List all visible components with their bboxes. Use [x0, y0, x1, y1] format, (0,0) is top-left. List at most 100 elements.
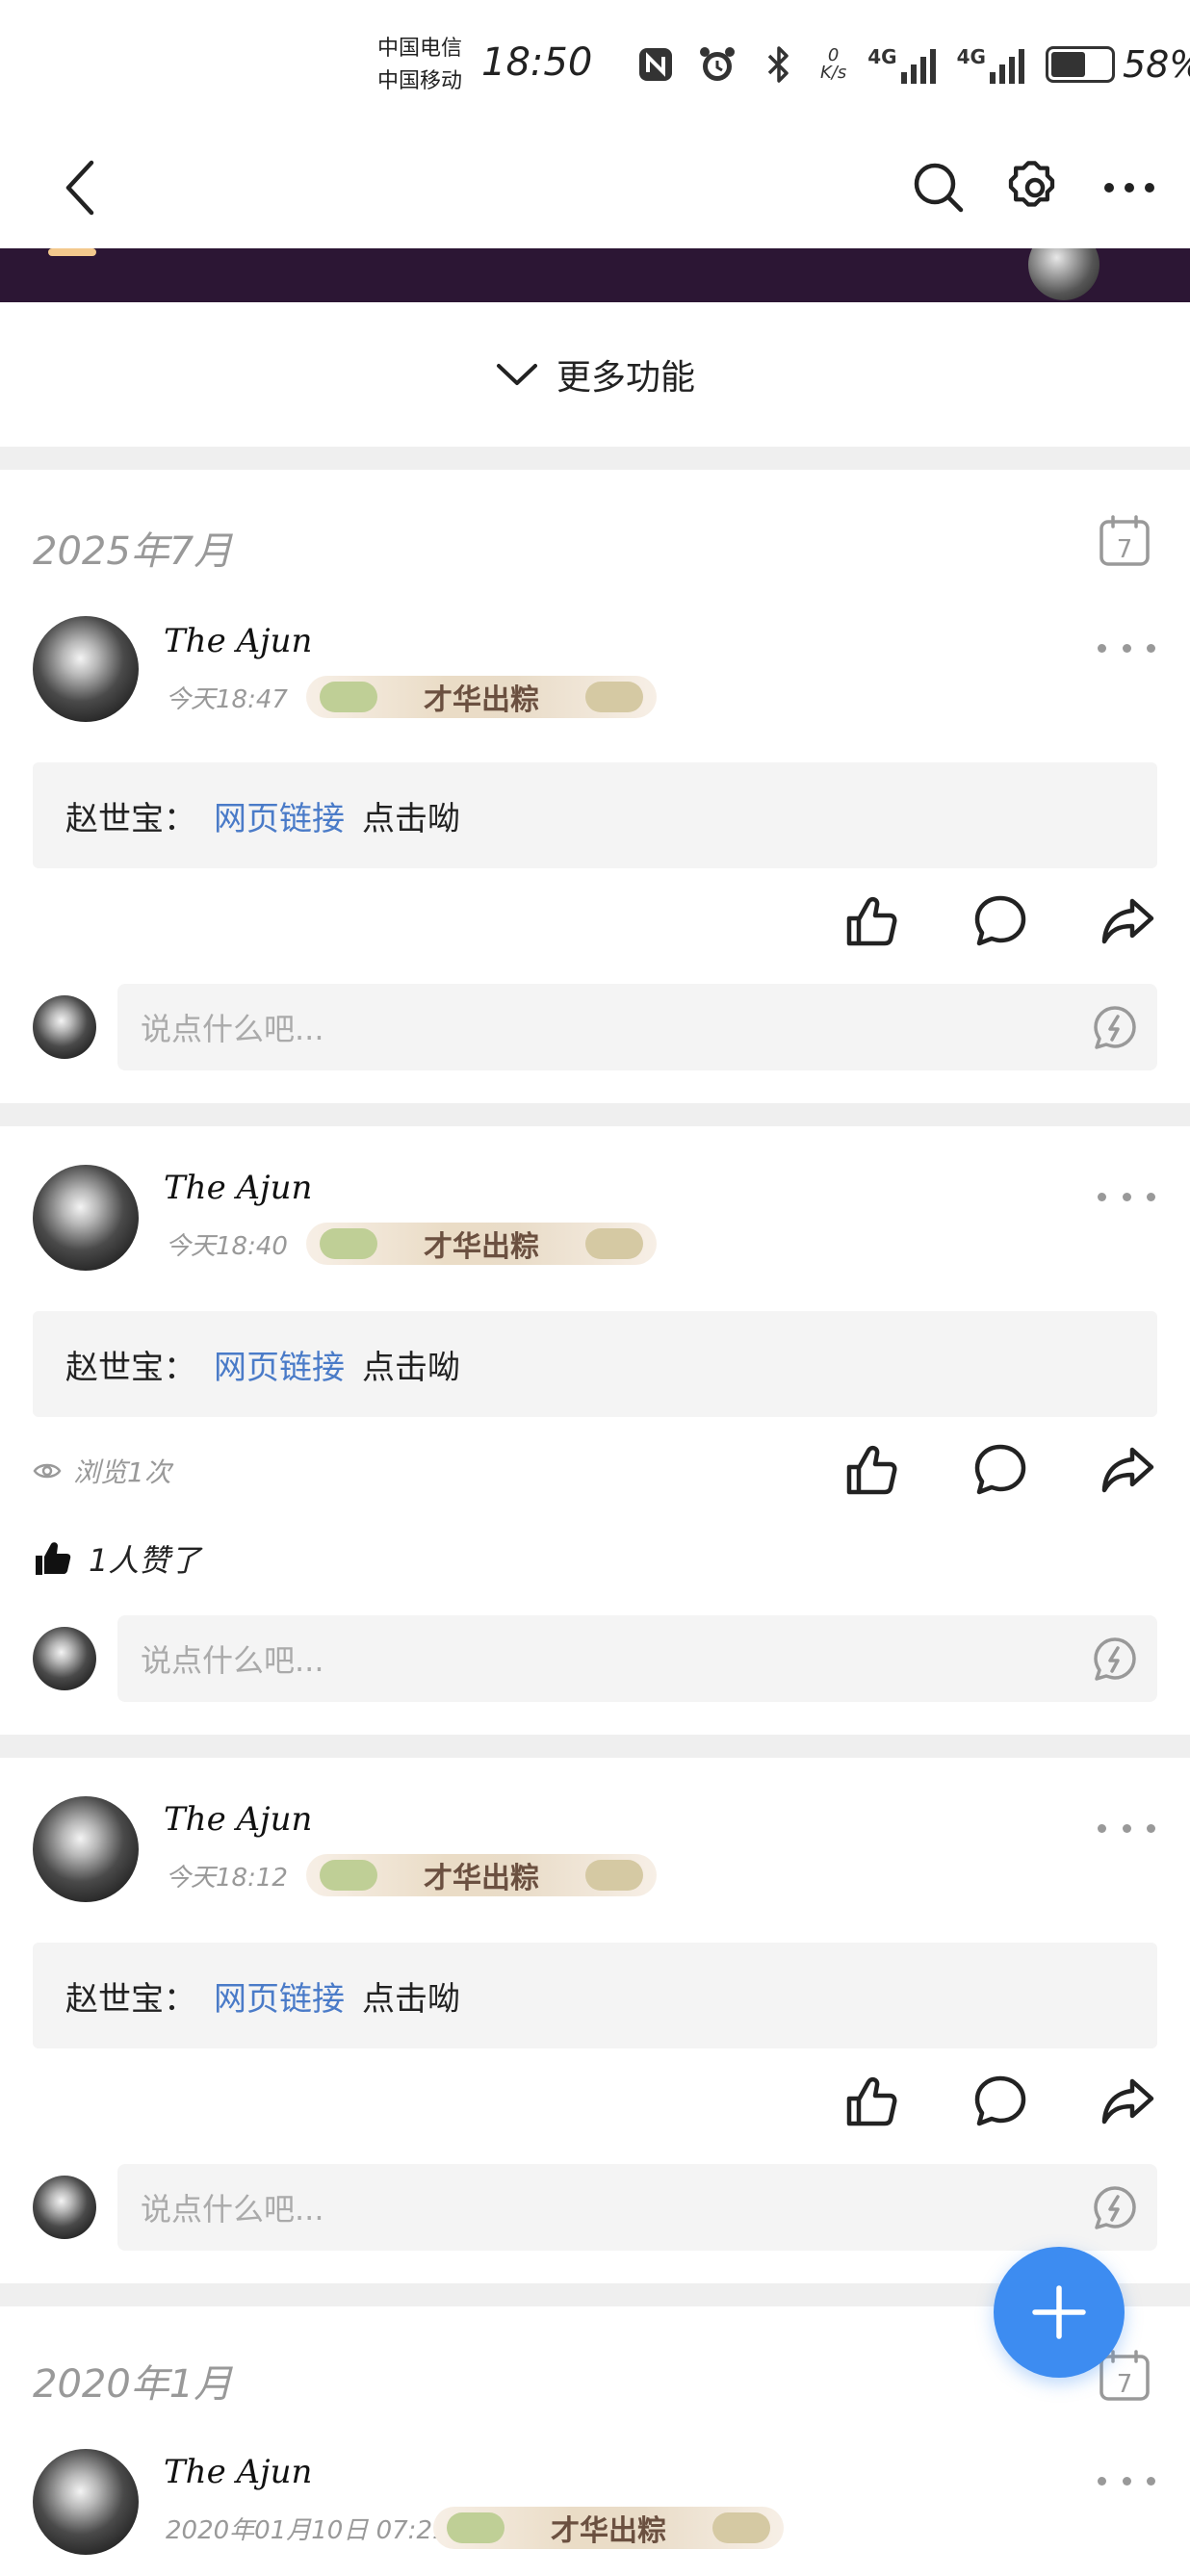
web-link[interactable]: 网页链接: [214, 792, 345, 839]
comment-icon: [974, 1444, 1026, 1495]
chevron-down-icon: [496, 364, 537, 385]
avatar[interactable]: [33, 2449, 139, 2555]
content-prefix: 赵世宝：: [65, 799, 196, 838]
like-button[interactable]: [838, 2068, 905, 2135]
more-functions-label: 更多功能: [556, 358, 695, 398]
avatar[interactable]: [33, 1165, 139, 1271]
author-name[interactable]: The Ajun: [164, 2453, 312, 2491]
status-bar: 中国电信 中国移动 18:50 0 K/s 4G 4G 58%: [0, 0, 1190, 135]
comment-icon: [974, 895, 1026, 946]
post-more-button[interactable]: [1098, 2466, 1155, 2495]
post-actions: [838, 888, 1165, 955]
badge: 才华出粽: [433, 2507, 784, 2549]
badge-text: 才华出粽: [424, 1862, 539, 1895]
comment-button[interactable]: [967, 2068, 1034, 2135]
more-options-button[interactable]: [1096, 154, 1163, 221]
search-icon: [914, 163, 964, 213]
badge-leaf-right: [712, 2512, 770, 2543]
battery-icon: [1045, 46, 1115, 83]
comment-input[interactable]: 说点什么吧...: [117, 2164, 1157, 2251]
banner-avatar[interactable]: [1028, 248, 1099, 300]
plus-icon: [1032, 2285, 1086, 2339]
comment-placeholder: 说点什么吧...: [141, 1642, 324, 1679]
share-button[interactable]: [1094, 888, 1161, 955]
signal-1-label: 4G: [867, 45, 897, 68]
search-button[interactable]: [905, 154, 972, 221]
badge-text: 才华出粽: [424, 683, 539, 717]
post-time: 今天18:47: [166, 685, 288, 714]
content-suffix: 点击呦: [362, 1348, 460, 1387]
comment-icon: [974, 2075, 1026, 2126]
like-summary[interactable]: 1人赞了: [33, 1536, 200, 1581]
comment-placeholder: 说点什么吧...: [141, 2191, 324, 2228]
author-name[interactable]: The Ajun: [164, 1169, 312, 1207]
share-button[interactable]: [1094, 1436, 1161, 1504]
avatar[interactable]: [33, 616, 139, 722]
add-post-button[interactable]: [994, 2247, 1125, 2378]
more-icon: [1104, 183, 1154, 193]
view-count-text: 浏览1次: [73, 1456, 171, 1488]
author-name[interactable]: The Ajun: [164, 1800, 312, 1839]
quick-reply-icon[interactable]: [1092, 2184, 1138, 2230]
like-button[interactable]: [838, 888, 905, 955]
badge-leaf-left: [320, 682, 377, 712]
badge-leaf-left: [447, 2512, 504, 2543]
post-content[interactable]: 赵世宝： 网页链接 点击呦: [33, 1943, 1157, 2048]
badge-leaf-right: [585, 1228, 643, 1259]
like-button[interactable]: [838, 1436, 905, 1504]
content-prefix: 赵世宝：: [65, 1979, 196, 2019]
nfc-icon: [635, 44, 676, 85]
badge-leaf-left: [320, 1860, 377, 1891]
signal-2: 4G: [957, 45, 1024, 84]
alarm-icon: [697, 44, 737, 85]
profile-banner: [0, 248, 1190, 302]
carrier-1: 中国电信: [377, 37, 463, 61]
signal-1: 4G: [867, 45, 936, 84]
view-count: 浏览1次: [33, 1452, 171, 1490]
divider: [0, 1735, 1190, 1758]
settings-button[interactable]: [1001, 154, 1069, 221]
share-button[interactable]: [1094, 2068, 1161, 2135]
thumbs-up-icon: [846, 896, 897, 946]
back-button[interactable]: [46, 154, 114, 221]
web-link[interactable]: 网页链接: [214, 1341, 345, 1388]
svg-text:7: 7: [1117, 2370, 1133, 2399]
comment-input[interactable]: 说点什么吧...: [117, 984, 1157, 1070]
comment-input[interactable]: 说点什么吧...: [117, 1615, 1157, 1702]
status-icons: 0 K/s 4G 4G 58%: [635, 40, 1190, 89]
post-content[interactable]: 赵世宝： 网页链接 点击呦: [33, 762, 1157, 868]
post-content[interactable]: 赵世宝： 网页链接 点击呦: [33, 1311, 1157, 1417]
nav-bar: [0, 135, 1190, 248]
share-icon: [1101, 2078, 1154, 2125]
battery-fill: [1050, 52, 1085, 77]
thumbs-up-icon: [846, 1445, 897, 1495]
comment-button[interactable]: [967, 888, 1034, 955]
content-prefix: 赵世宝：: [65, 1348, 196, 1387]
post-more-button[interactable]: [1098, 633, 1155, 662]
svg-text:7: 7: [1117, 535, 1133, 564]
date-header: 2025年7月: [33, 529, 233, 574]
gear-icon: [1008, 161, 1055, 207]
calendar-icon[interactable]: 7: [1098, 514, 1151, 568]
post-time: 今天18:12: [166, 1864, 288, 1893]
comment-placeholder: 说点什么吧...: [141, 1011, 324, 1047]
post-more-button[interactable]: [1098, 1814, 1155, 1842]
post-more-button[interactable]: [1098, 1182, 1155, 1211]
quick-reply-icon[interactable]: [1092, 1636, 1138, 1682]
web-link[interactable]: 网页链接: [214, 1972, 345, 2020]
thumbs-up-filled-icon: [36, 1542, 71, 1575]
avatar[interactable]: [33, 1796, 139, 1902]
eye-icon: [33, 1463, 62, 1479]
battery: 58%: [1045, 43, 1190, 86]
quick-reply-icon[interactable]: [1092, 1004, 1138, 1050]
badge: 才华出粽: [306, 1854, 657, 1896]
badge-leaf-right: [585, 682, 643, 712]
badge-text: 才华出粽: [551, 2514, 666, 2548]
comment-button[interactable]: [967, 1436, 1034, 1504]
carrier-names: 中国电信 中国移动: [377, 33, 462, 98]
signal-2-label: 4G: [956, 45, 986, 68]
content-suffix: 点击呦: [362, 799, 460, 838]
carrier-2: 中国移动: [377, 69, 463, 93]
more-functions-button[interactable]: 更多功能: [0, 302, 1190, 447]
author-name[interactable]: The Ajun: [164, 622, 312, 660]
